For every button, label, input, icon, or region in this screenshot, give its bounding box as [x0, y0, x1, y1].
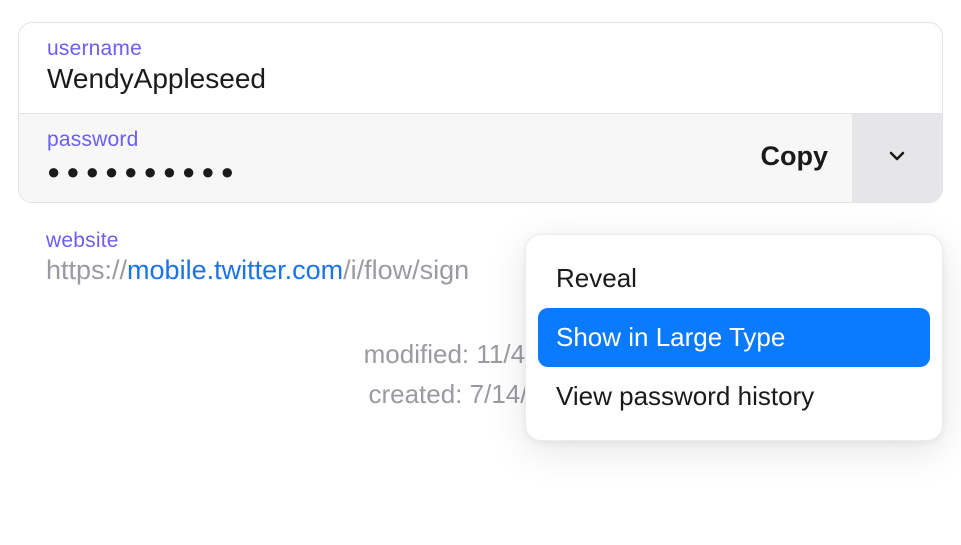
chevron-down-icon — [885, 144, 909, 173]
item-detail-panel: username WendyAppleseed password ●●●●●●●… — [0, 0, 961, 437]
url-host: mobile.twitter.com — [127, 255, 343, 285]
url-path: /i/flow/sign — [343, 255, 469, 285]
menu-item-reveal[interactable]: Reveal — [538, 249, 930, 308]
modified-label: modified: — [364, 339, 470, 369]
password-actions-toggle[interactable] — [852, 114, 942, 202]
url-scheme: https:// — [46, 255, 127, 285]
username-value: WendyAppleseed — [47, 63, 914, 95]
copy-button[interactable]: Copy — [737, 141, 853, 172]
menu-item-view-password-history[interactable]: View password history — [538, 367, 930, 426]
password-label: password — [47, 128, 737, 152]
password-actions-menu: RevealShow in Large TypeView password hi… — [525, 234, 943, 441]
password-row[interactable]: password ●●●●●●●●●● Copy — [19, 113, 942, 202]
credential-card: username WendyAppleseed password ●●●●●●●… — [18, 22, 943, 203]
password-value-masked: ●●●●●●●●●● — [47, 154, 737, 184]
created-label: created: — [368, 379, 462, 409]
username-row[interactable]: username WendyAppleseed — [19, 23, 942, 113]
menu-item-show-in-large-type[interactable]: Show in Large Type — [538, 308, 930, 367]
username-label: username — [47, 37, 914, 61]
